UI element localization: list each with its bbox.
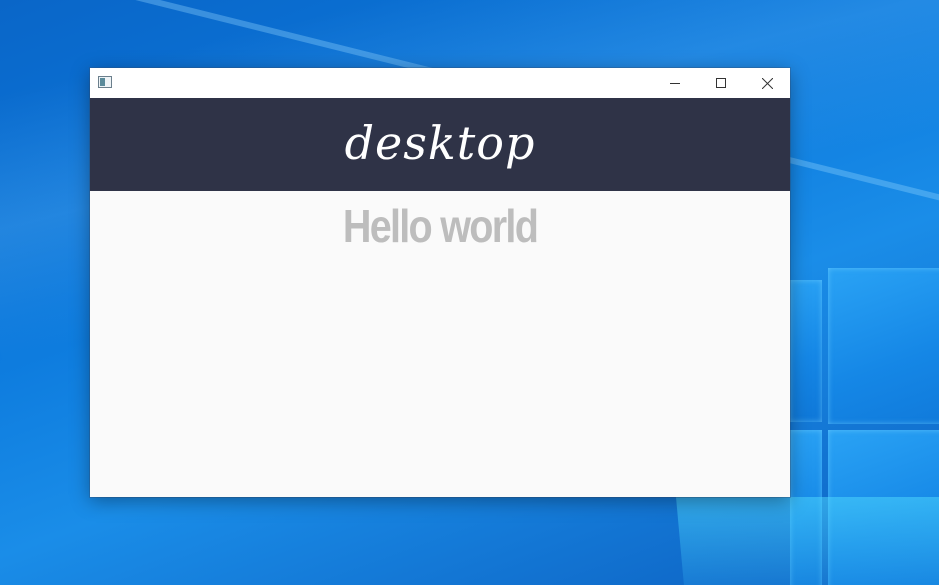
maximize-icon <box>716 78 726 88</box>
wallpaper-floor-light <box>676 497 939 585</box>
greeting-text: Hello world <box>342 200 539 252</box>
close-button[interactable] <box>744 68 790 98</box>
app-window: desktop Hello world <box>90 68 790 497</box>
minimize-button[interactable] <box>652 68 698 98</box>
app-header: desktop <box>90 98 790 191</box>
minimize-icon <box>670 83 680 84</box>
logo-pane <box>828 268 939 424</box>
main-content: Hello world <box>90 191 790 497</box>
desktop-wallpaper: desktop Hello world <box>0 0 939 585</box>
logo-pane <box>790 280 822 422</box>
close-icon <box>761 77 773 89</box>
title-bar[interactable] <box>90 68 790 98</box>
maximize-button[interactable] <box>698 68 744 98</box>
app-window-icon[interactable] <box>98 76 112 88</box>
window-controls <box>652 68 790 98</box>
header-title: desktop <box>344 115 536 170</box>
